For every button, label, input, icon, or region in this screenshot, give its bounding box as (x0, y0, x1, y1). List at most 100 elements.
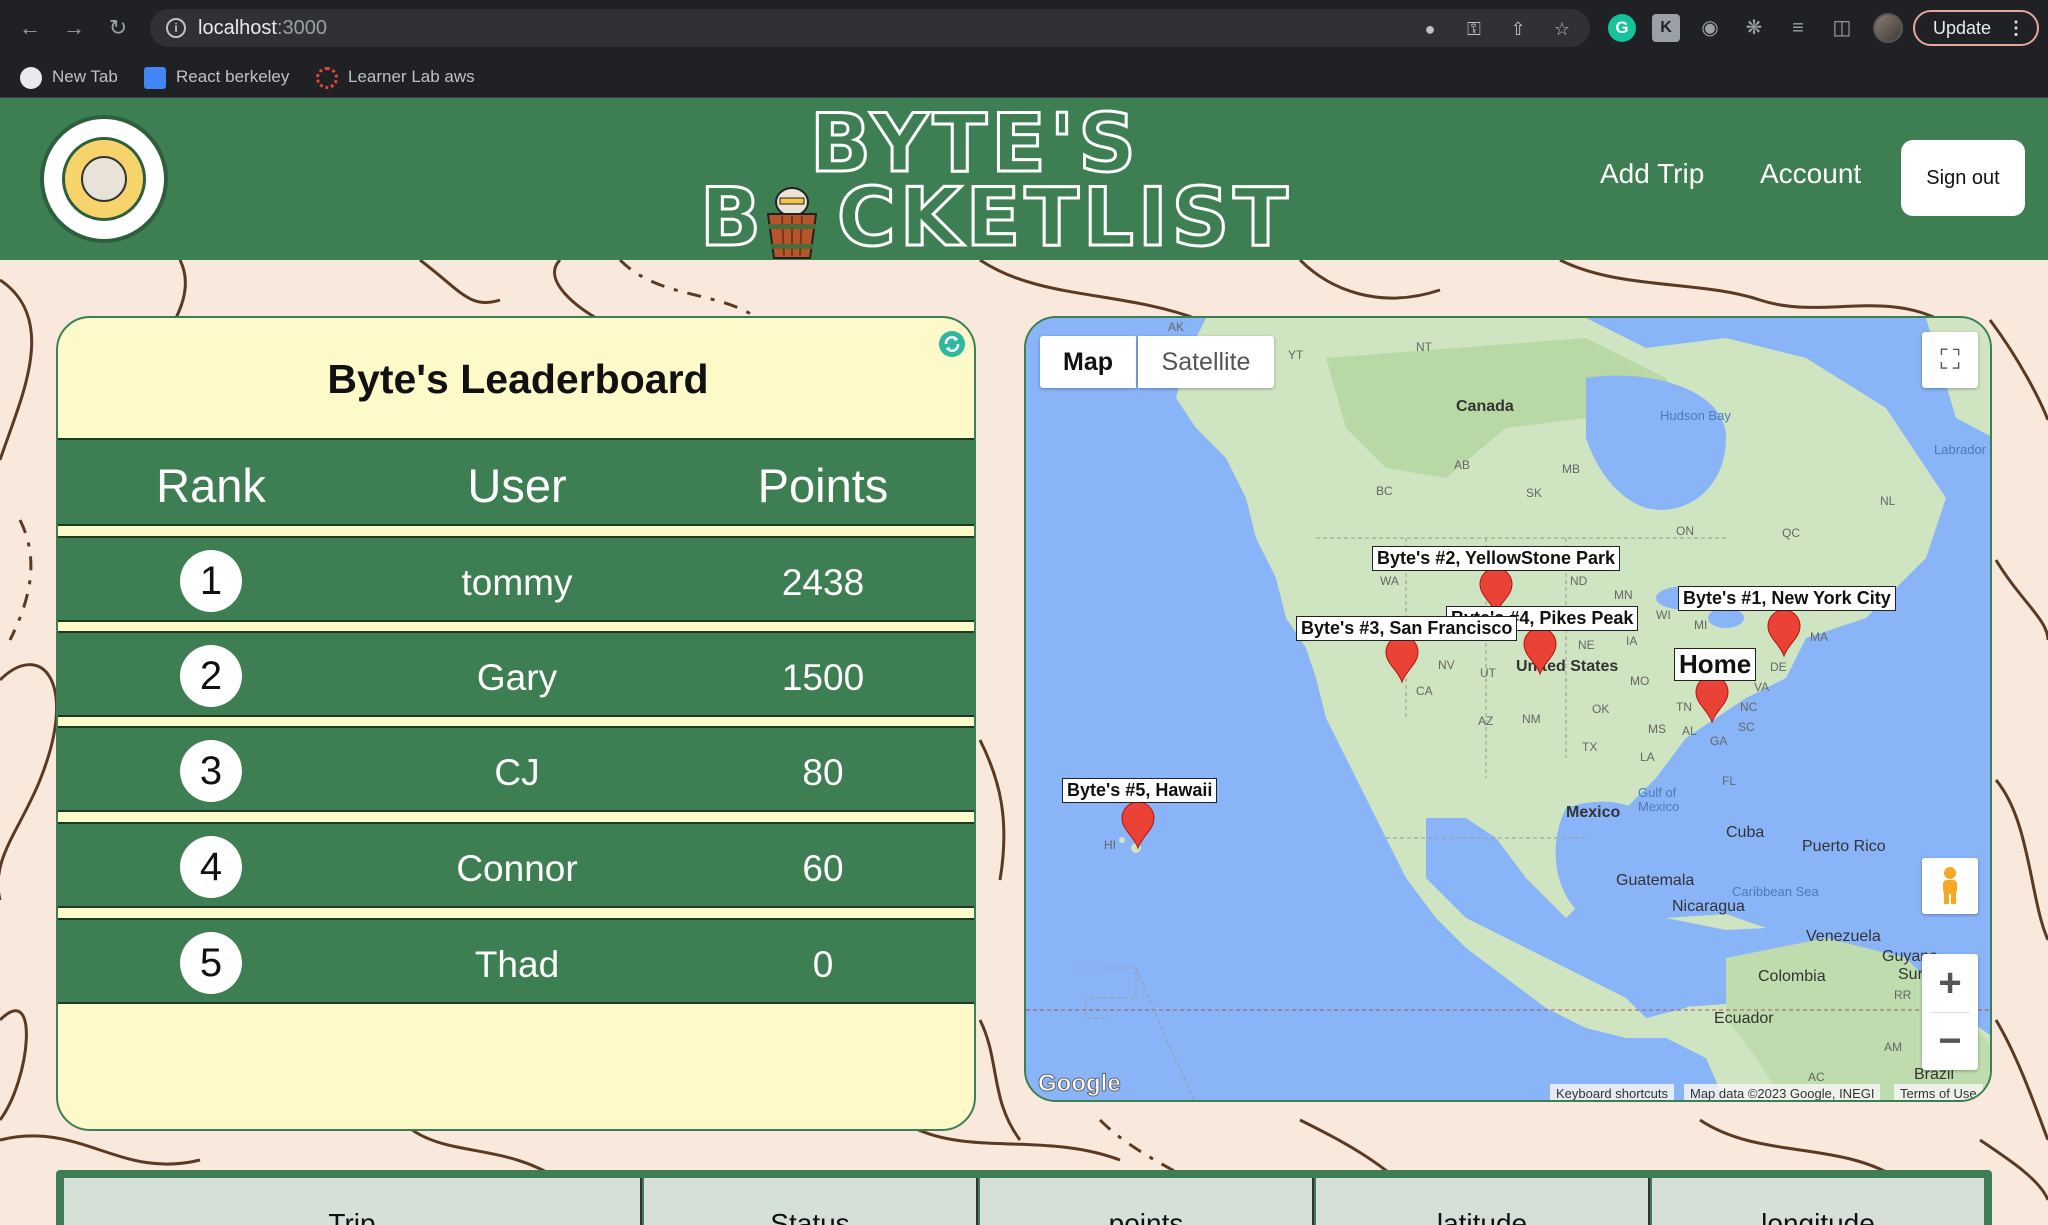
state-code: BC (1376, 484, 1393, 498)
state-code: QC (1782, 526, 1800, 540)
bookmark-react-berkeley[interactable]: React berkeley (144, 64, 289, 90)
state-code: OK (1592, 702, 1610, 716)
aws-lab-icon (316, 67, 338, 89)
map-type-satellite-button[interactable]: Satellite (1138, 336, 1274, 388)
forward-icon[interactable]: → (60, 14, 88, 42)
keyboard-shortcuts-link[interactable]: Keyboard shortcuts (1550, 1084, 1675, 1100)
google-logo[interactable]: Google (1038, 1070, 1122, 1098)
state-code: AL (1682, 724, 1697, 738)
fullscreen-icon[interactable]: ⛶ (1922, 332, 1978, 388)
street-view-pegman-icon[interactable] (1922, 858, 1978, 914)
map-marker-home[interactable] (1694, 676, 1730, 724)
marker-label-new-york[interactable]: Byte's #1, New York City (1678, 586, 1896, 611)
label-guatemala: Guatemala (1616, 872, 1695, 889)
user-name: Connor (456, 848, 578, 889)
rank-badge: 2 (180, 645, 242, 707)
state-code: AZ (1478, 714, 1494, 728)
label-venezuela: Venezuela (1806, 928, 1881, 945)
map-marker-san-francisco[interactable] (1384, 636, 1420, 684)
trips-table: Trip Status points latitude longitude (56, 1170, 1992, 1225)
extension-k-icon[interactable]: K (1652, 14, 1680, 42)
reload-icon[interactable]: ↻ (104, 14, 132, 42)
map-marker-hawaii[interactable] (1120, 802, 1156, 850)
rank-badge: 5 (180, 932, 242, 994)
marker-label-yellowstone[interactable]: Byte's #2, YellowStone Park (1372, 546, 1621, 571)
logo-inner-circle (62, 137, 146, 221)
state-code: DE (1770, 660, 1787, 674)
state-code: VA (1754, 680, 1770, 694)
address-bar[interactable]: i localhost:3000 ● ⚿ ⇧ ☆ (150, 9, 1590, 47)
leaderboard-row: 3 CJ 80 (58, 726, 974, 812)
state-code: NM (1522, 712, 1541, 726)
state-code: ON (1676, 524, 1694, 538)
location-icon[interactable]: ● (1418, 17, 1442, 41)
map-data-attribution: Map data ©2023 Google, INEGI (1684, 1084, 1881, 1100)
user-points: 0 (812, 944, 834, 985)
puzzle-extensions-icon[interactable]: ❋ (1740, 14, 1768, 42)
leaderboard-title: Byte's Leaderboard (327, 356, 709, 402)
profile-avatar[interactable] (1873, 13, 1903, 43)
leaderboard-row: 2 Gary 1500 (58, 631, 974, 717)
marker-label-home[interactable]: Home (1674, 648, 1757, 681)
state-code: TX (1582, 740, 1598, 754)
url-text[interactable]: localhost:3000 (198, 17, 327, 40)
rank-badge: 3 (180, 740, 242, 802)
zoom-in-icon[interactable]: + (1922, 954, 1978, 1012)
grammarly-extension-icon[interactable]: G (1608, 14, 1636, 42)
state-code: SC (1738, 720, 1755, 734)
site-info-icon[interactable]: i (166, 18, 186, 38)
bookmark-star-icon[interactable]: ☆ (1550, 17, 1574, 41)
marker-label-hawaii[interactable]: Byte's #5, Hawaii (1062, 778, 1218, 803)
bookmark-new-tab[interactable]: New Tab (20, 64, 118, 90)
state-code: WI (1656, 608, 1671, 622)
reading-list-icon[interactable]: ≡ (1784, 14, 1812, 42)
label-gulf-of-mexico: Gulf of Mexico (1638, 785, 1680, 814)
menu-dots-icon[interactable]: ⋮ (2007, 12, 2025, 44)
bytes-bucketlist-logo[interactable] (40, 115, 168, 243)
state-code: NE (1578, 638, 1595, 652)
label-puerto-rico: Puerto Rico (1802, 838, 1886, 855)
bookmark-learner-lab-aws[interactable]: Learner Lab aws (316, 64, 475, 90)
camera-extension-icon[interactable]: ◉ (1696, 14, 1724, 42)
zoom-out-icon[interactable]: − (1922, 1012, 1978, 1070)
state-code: CA (1416, 684, 1433, 698)
state-code: MI (1694, 618, 1708, 632)
map-canvas[interactable] (1026, 318, 1992, 1102)
state-code: MN (1614, 588, 1633, 602)
leaderboard-row: 1 tommy 2438 (58, 536, 974, 622)
bucket-mascot-icon (766, 187, 818, 259)
terms-of-use-link[interactable]: Terms of Use (1894, 1084, 1983, 1100)
side-panel-icon[interactable]: ◫ (1828, 14, 1856, 42)
user-name: Gary (476, 657, 558, 698)
state-code: UT (1480, 666, 1496, 680)
map-marker-new-york[interactable] (1766, 610, 1802, 658)
state-code: MO (1630, 674, 1650, 688)
state-code: NV (1438, 658, 1455, 672)
back-icon[interactable]: ← (16, 14, 44, 42)
label-labrador: Labrador (1934, 442, 1987, 457)
update-button[interactable]: Update ⋮ (1913, 10, 2039, 46)
map-marker-pikes-peak[interactable] (1522, 628, 1558, 676)
share-icon[interactable]: ⇧ (1506, 17, 1530, 41)
column-header-rank: Rank (156, 459, 266, 512)
label-cuba: Cuba (1726, 824, 1765, 841)
key-icon[interactable]: ⚿ (1462, 17, 1486, 41)
state-code: MB (1562, 462, 1580, 476)
state-code: AC (1808, 1070, 1825, 1084)
marker-label-san-francisco[interactable]: Byte's #3, San Francisco (1296, 616, 1518, 641)
map-type-map-button[interactable]: Map (1040, 336, 1136, 388)
leaderboard-row: 5 Thad 0 (58, 918, 974, 1004)
state-code: TN (1676, 700, 1692, 714)
label-nicaragua: Nicaragua (1672, 898, 1745, 915)
pegman-icon (1943, 867, 1957, 904)
user-points: 1500 (781, 657, 865, 698)
add-trip-link[interactable]: Add Trip (1600, 158, 1704, 190)
app-header: BYTE'S B CKETLIST Add Trip Account Sign o… (0, 96, 2048, 265)
state-code: ND (1570, 574, 1588, 588)
account-link[interactable]: Account (1760, 158, 1861, 190)
refresh-icon[interactable] (938, 330, 966, 358)
bookmark-label: Learner Lab aws (348, 67, 475, 86)
trips-map[interactable]: Canada United States Mexico Cuba Puerto … (1024, 316, 1992, 1102)
state-code: LA (1640, 750, 1655, 764)
sign-out-button[interactable]: Sign out (1901, 140, 2025, 216)
